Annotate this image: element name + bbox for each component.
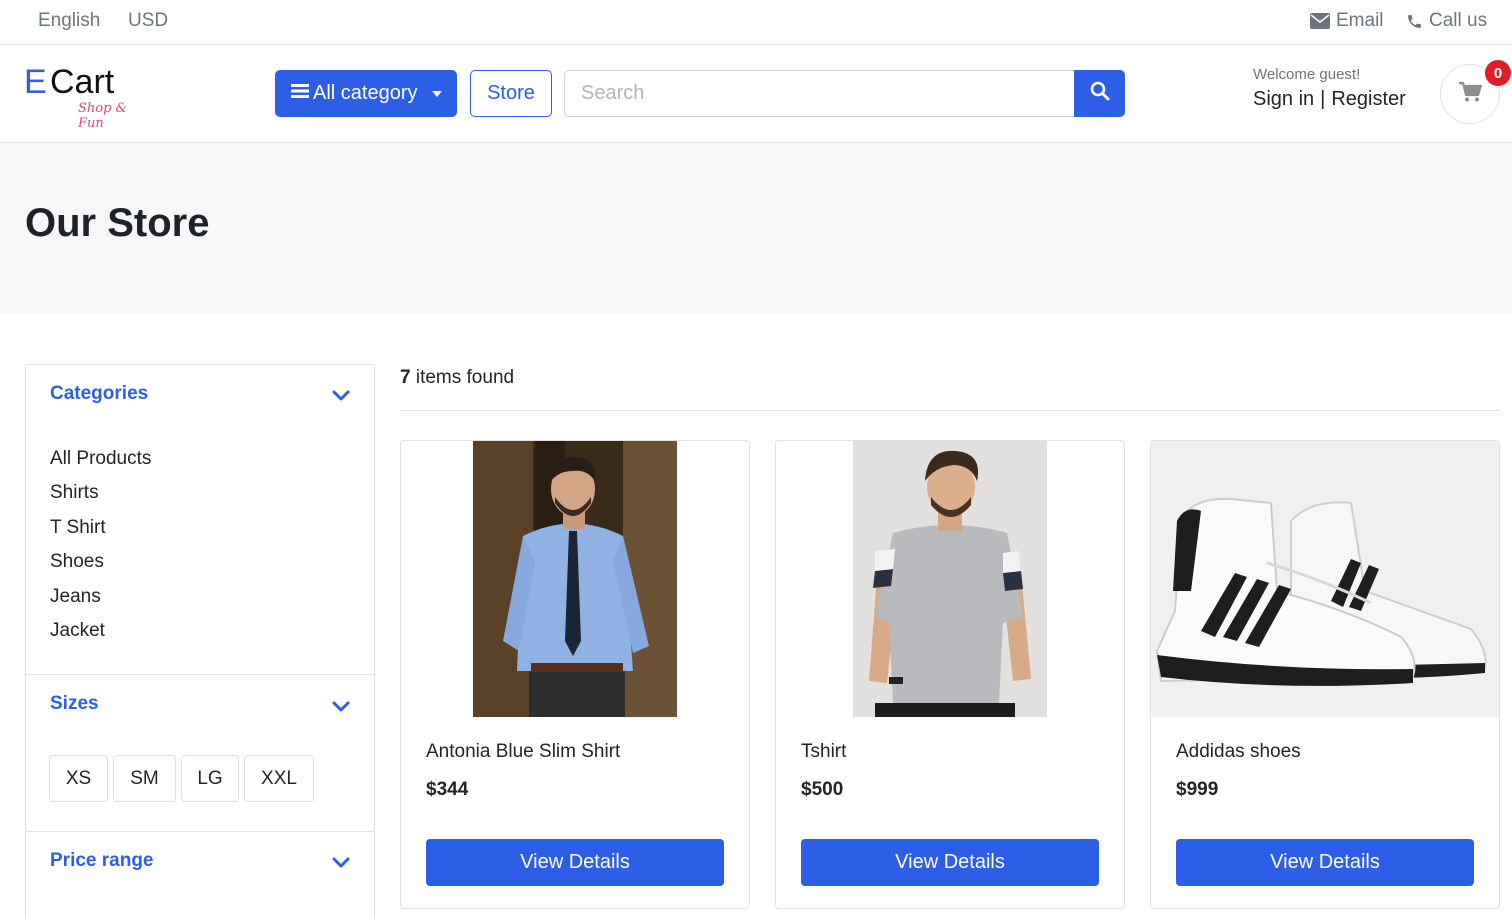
register-link[interactable]: Register bbox=[1331, 88, 1405, 111]
size-xxl-button[interactable]: XXL bbox=[244, 755, 314, 802]
view-details-button[interactable]: View Details bbox=[1176, 839, 1474, 886]
size-sm-button[interactable]: SM bbox=[113, 755, 176, 802]
items-count: 7 bbox=[400, 367, 411, 388]
menu-icon bbox=[291, 82, 309, 105]
category-item-jeans[interactable]: Jeans bbox=[50, 583, 151, 617]
call-label: Call us bbox=[1429, 10, 1488, 31]
email-link[interactable]: Email bbox=[1310, 10, 1384, 32]
chevron-down-icon[interactable] bbox=[332, 856, 350, 874]
product-title[interactable]: Addidas shoes bbox=[1176, 741, 1301, 763]
product-card: Tshirt $500 View Details bbox=[775, 440, 1125, 909]
view-details-button[interactable]: View Details bbox=[801, 839, 1099, 886]
product-image-shoes[interactable] bbox=[1151, 441, 1499, 717]
items-found-suffix: items found bbox=[415, 367, 515, 388]
product-card: Antonia Blue Slim Shirt $344 View Detail… bbox=[400, 440, 750, 909]
product-title[interactable]: Tshirt bbox=[801, 741, 846, 763]
category-item-shoes[interactable]: Shoes bbox=[50, 548, 151, 582]
filter-sidebar: Categories All Products Shirts T Shirt S… bbox=[25, 364, 375, 917]
divider bbox=[26, 831, 374, 832]
page-title: Our Store bbox=[25, 201, 210, 245]
logo[interactable]: E Cart Shop & Fun bbox=[24, 63, 144, 131]
envelope-icon bbox=[1310, 13, 1330, 29]
welcome-text: Welcome guest! bbox=[1253, 66, 1361, 83]
shopping-cart-icon bbox=[1458, 81, 1483, 108]
logo-text: Cart bbox=[50, 63, 115, 101]
category-list: All Products Shirts T Shirt Shoes Jeans … bbox=[50, 445, 151, 651]
caret-down-icon bbox=[431, 90, 442, 97]
auth-links: Sign in | Register bbox=[1253, 88, 1406, 111]
search-icon bbox=[1090, 81, 1110, 106]
chevron-down-icon[interactable] bbox=[332, 389, 350, 407]
divider bbox=[400, 410, 1500, 411]
logo-letter: E bbox=[24, 63, 47, 101]
page-banner: Our Store bbox=[0, 143, 1512, 314]
divider bbox=[26, 674, 374, 675]
cart-count-badge: 0 bbox=[1485, 60, 1511, 86]
call-link[interactable]: Call us bbox=[1406, 10, 1487, 32]
product-price: $344 bbox=[426, 779, 469, 800]
logo-tagline: Shop & Fun bbox=[78, 101, 128, 131]
all-category-button[interactable]: All category bbox=[275, 70, 457, 117]
phone-icon bbox=[1406, 13, 1423, 30]
items-found-text: 7 items found bbox=[400, 367, 514, 389]
category-item-t-shirt[interactable]: T Shirt bbox=[50, 514, 151, 548]
auth-separator: | bbox=[1320, 88, 1326, 110]
product-image-shirt[interactable] bbox=[401, 441, 749, 717]
categories-header[interactable]: Categories bbox=[50, 383, 148, 405]
product-price: $999 bbox=[1176, 779, 1219, 800]
sizes-header[interactable]: Sizes bbox=[50, 693, 99, 715]
language-selector[interactable]: English bbox=[38, 10, 100, 32]
category-item-jacket[interactable]: Jacket bbox=[50, 617, 151, 651]
search-input[interactable] bbox=[564, 70, 1076, 117]
price-range-header[interactable]: Price range bbox=[50, 850, 154, 872]
view-details-button[interactable]: View Details bbox=[426, 839, 724, 886]
main-header: E Cart Shop & Fun All category Store Wel… bbox=[0, 45, 1512, 143]
size-xs-button[interactable]: XS bbox=[49, 755, 108, 802]
all-category-label: All category bbox=[313, 82, 418, 104]
search-button[interactable] bbox=[1074, 70, 1125, 117]
sign-in-link[interactable]: Sign in bbox=[1253, 88, 1314, 111]
product-title[interactable]: Antonia Blue Slim Shirt bbox=[426, 741, 620, 763]
email-label: Email bbox=[1336, 10, 1384, 31]
currency-selector[interactable]: USD bbox=[128, 10, 168, 32]
top-bar: English USD Email Call us bbox=[0, 0, 1512, 45]
chevron-down-icon[interactable] bbox=[332, 700, 350, 718]
product-image-tshirt[interactable] bbox=[776, 441, 1124, 717]
product-card: Addidas shoes $999 View Details bbox=[1150, 440, 1500, 909]
size-lg-button[interactable]: LG bbox=[181, 755, 239, 802]
size-options: XS SM LG XXL bbox=[49, 755, 314, 802]
category-item-all-products[interactable]: All Products bbox=[50, 445, 151, 479]
store-button[interactable]: Store bbox=[470, 70, 552, 117]
product-price: $500 bbox=[801, 779, 844, 800]
category-item-shirts[interactable]: Shirts bbox=[50, 479, 151, 513]
